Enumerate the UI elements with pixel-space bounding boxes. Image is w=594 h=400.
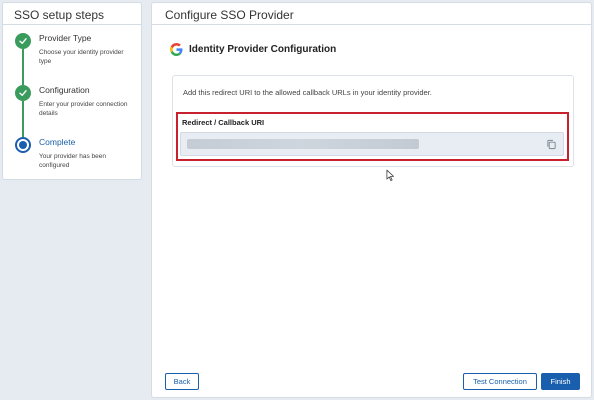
step-configuration[interactable]: Configuration Enter your provider connec…	[3, 83, 141, 137]
redirect-uri-field[interactable]	[180, 132, 564, 156]
copy-icon[interactable]	[546, 139, 557, 150]
redirect-uri-card: Add this redirect URI to the allowed cal…	[172, 75, 574, 167]
uri-label: Redirect / Callback URI	[182, 118, 265, 127]
mouse-cursor-icon	[386, 169, 395, 181]
sidebar-title: SSO setup steps	[3, 3, 141, 25]
step-title: Configuration	[39, 85, 90, 95]
section-title: Identity Provider Configuration	[189, 44, 337, 55]
redirect-uri-highlight: Redirect / Callback URI	[176, 112, 569, 161]
section-heading: Identity Provider Configuration	[170, 43, 336, 56]
configure-sso-panel: Configure SSO Provider Identity Provider…	[151, 2, 592, 398]
test-connection-button[interactable]: Test Connection	[463, 373, 537, 390]
check-icon	[15, 85, 31, 101]
instruction-text: Add this redirect URI to the allowed cal…	[183, 88, 432, 97]
step-complete[interactable]: Complete Your provider has been configur…	[3, 135, 141, 187]
step-connector	[22, 101, 24, 137]
step-description: Your provider has been configured	[39, 153, 106, 169]
current-step-icon	[15, 137, 31, 153]
step-provider-type[interactable]: Provider Type Choose your identity provi…	[3, 31, 141, 85]
check-icon	[15, 33, 31, 49]
back-button[interactable]: Back	[165, 373, 199, 390]
step-description: Choose your identity provider type	[39, 49, 124, 65]
step-title: Provider Type	[39, 33, 92, 43]
step-connector	[22, 49, 24, 85]
step-title: Complete	[39, 137, 76, 147]
redirect-uri-value[interactable]	[187, 139, 419, 149]
finish-button[interactable]: Finish	[541, 373, 580, 390]
google-icon	[170, 43, 183, 56]
steps-list: Provider Type Choose your identity provi…	[3, 25, 141, 187]
step-description: Enter your provider connection details	[39, 101, 128, 117]
page-title: Configure SSO Provider	[152, 3, 591, 25]
sso-steps-sidebar: SSO setup steps Provider Type Choose you…	[2, 2, 142, 180]
